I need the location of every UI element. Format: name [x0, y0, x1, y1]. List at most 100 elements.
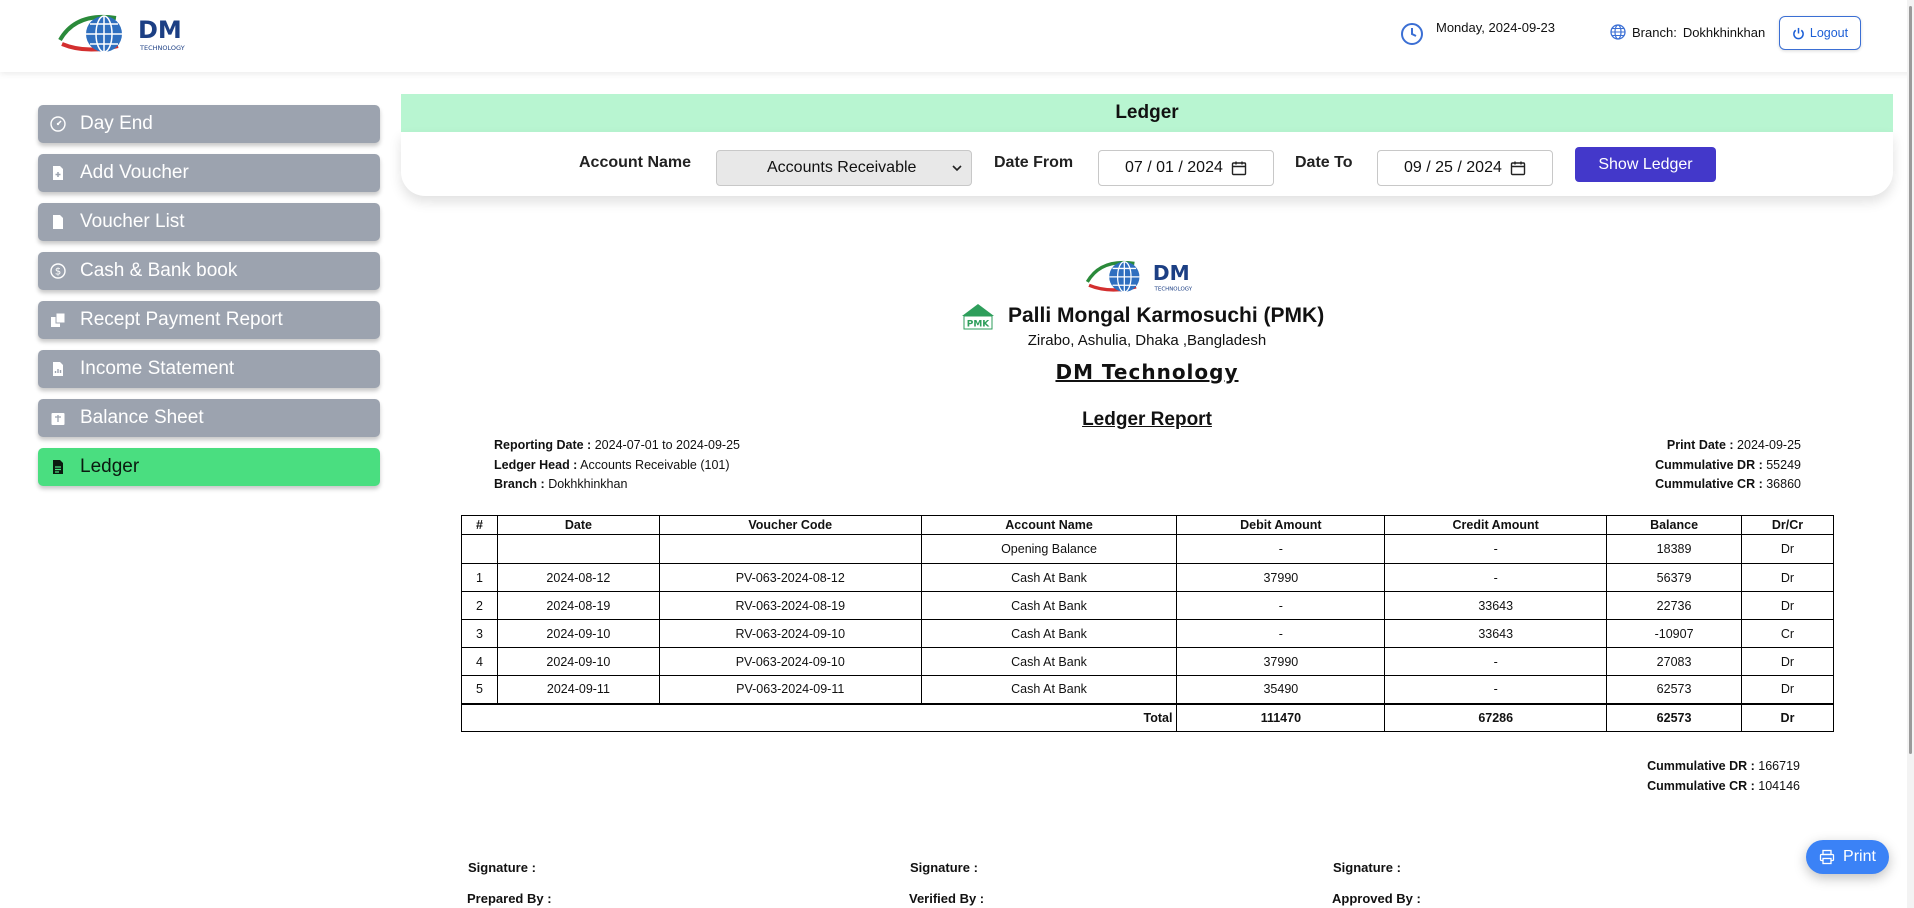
date-to-value: 09 / 25 / 2024 [1404, 159, 1502, 176]
sidebar-item-label: Cash & Bank book [80, 260, 238, 281]
report-title: Ledger Report [1082, 409, 1212, 430]
printer-icon [1819, 849, 1835, 865]
table-row: 4 2024-09-10 PV-063-2024-09-10 Cash At Bank… [461, 647, 1834, 676]
table-cell: Cash At Bank [920, 619, 1178, 648]
table-cell: 2024-09-10 [496, 647, 660, 676]
organization-name: Palli Mongal Karmosuchi (PMK) [1008, 304, 1325, 327]
table-cell: 3 [461, 619, 498, 648]
verified-by-label: Verified By : [909, 891, 985, 906]
cumulative-cr-label: Cummulative CR : [1655, 477, 1763, 491]
pmk-logo-icon: PMK [962, 304, 994, 330]
table-cell: Cash At Bank [920, 563, 1178, 592]
table-cell: - [1384, 647, 1608, 676]
file-icon [53, 215, 63, 229]
date-from-label: Date From [994, 154, 1074, 171]
bottom-cumulative-dr-label: Cummulative DR : [1647, 759, 1755, 773]
calendar-icon[interactable] [1510, 160, 1526, 176]
sidebar-item-cash-bank-book[interactable]: $ Cash & Bank book [38, 252, 380, 290]
sidebar-item-label: Ledger [80, 456, 140, 477]
sidebar-item-voucher-list[interactable]: Voucher List [38, 203, 380, 241]
table-cell: - [1176, 591, 1386, 620]
cumulative-dr-label: Cummulative DR : [1655, 457, 1763, 472]
table-cell: 2024-09-11 [496, 675, 660, 704]
cumulative-summary: Cummulative DR : 166719 Cummulative CR :… [1647, 756, 1800, 796]
print-date-label: Print Date : [1666, 438, 1734, 452]
table-cell: 22736 [1606, 591, 1743, 620]
sidebar-item-label: Recept Payment Report [80, 309, 283, 330]
print-label: Print [1843, 848, 1876, 865]
table-cell: 33643 [1384, 591, 1608, 620]
table-cell: 1 [461, 563, 498, 592]
table-cell: 33643 [1384, 619, 1608, 648]
table-cell: 2024-08-12 [496, 563, 660, 592]
table-cell: PV-063-2024-08-12 [658, 563, 922, 592]
ledger-table: # Date Voucher Code Account Name Debit A… [460, 515, 1834, 732]
table-cell [496, 534, 660, 564]
table-row: 2 2024-08-19 RV-063-2024-08-19 Cash At Bank… [461, 591, 1834, 620]
total-debit: 111470 [1176, 702, 1386, 732]
table-cell: 56379 [1606, 563, 1743, 592]
table-cell: - [1176, 619, 1386, 648]
current-date: Monday, 2024-09-23 [1400, 20, 1555, 46]
date-text: Monday, 2024-09-23 [1436, 20, 1556, 35]
svg-text:DM: DM [1153, 261, 1190, 285]
table-cell: 18389 [1606, 534, 1743, 564]
logout-button[interactable]: Logout [1779, 16, 1861, 50]
table-row: 3 2024-09-10 RV-063-2024-09-10 Cash At Bank… [461, 619, 1834, 648]
table-cell: Dr [1741, 563, 1834, 592]
table-header-row: # Date Voucher Code Account Name Debit A… [461, 515, 1834, 535]
reporting-date-label: Reporting Date : [494, 438, 592, 452]
print-button[interactable]: Print [1806, 840, 1889, 874]
account-name-select[interactable]: Accounts Receivable [716, 150, 972, 186]
date-from-input[interactable]: 07 / 01 / 2024 [1098, 150, 1274, 186]
bottom-cumulative-cr-value: 104146 [1758, 779, 1800, 793]
sidebar-item-ledger[interactable]: Ledger [38, 448, 380, 486]
calendar-icon[interactable] [1231, 160, 1247, 176]
sidebar-item-label: Day End [80, 113, 153, 134]
total-balance: 62573 [1606, 702, 1743, 732]
date-to-input[interactable]: 09 / 25 / 2024 [1377, 150, 1553, 186]
sidebar-item-day-end[interactable]: Day End [38, 105, 380, 143]
table-cell: Opening Balance [920, 534, 1178, 564]
column-header: # [461, 515, 498, 535]
total-drcr: Dr [1741, 702, 1834, 732]
show-ledger-button[interactable]: Show Ledger [1575, 147, 1716, 182]
organization-header: PMK Palli Mongal Karmosuchi (PMK) [960, 302, 1324, 330]
column-header: Dr/Cr [1741, 515, 1834, 535]
chevron-down-icon [952, 165, 962, 172]
reporting-date-value: 2024-07-01 to 2024-09-25 [594, 438, 740, 452]
sidebar-item-add-voucher[interactable]: Add Voucher [38, 154, 380, 192]
table-cell: Cash At Bank [920, 675, 1178, 704]
svg-text:$: $ [55, 267, 61, 278]
receipt-icon [51, 312, 66, 327]
table-cell: RV-063-2024-09-10 [658, 619, 922, 648]
table-cell: 35490 [1176, 675, 1386, 704]
page-title: Ledger [401, 94, 1893, 132]
globe-icon [1610, 24, 1626, 40]
opening-balance-row: Opening Balance - -18389 Dr [461, 534, 1834, 564]
branch-info: Branch: Dokhkhinkhan [1610, 24, 1765, 40]
organization-address: Zirabo, Ashulia, Dhaka ,Bangladesh [1027, 332, 1267, 349]
column-header: Credit Amount [1384, 515, 1608, 535]
table-cell: Dr [1741, 675, 1834, 704]
table-cell: - [1384, 675, 1608, 704]
scrollbar-thumb[interactable] [1909, 6, 1912, 754]
report-logo: DM TECHNOLOGY [1085, 260, 1193, 293]
table-cell [461, 534, 498, 564]
ledger-head-label: Ledger Head : [494, 457, 578, 472]
bottom-cumulative-cr-label: Cummulative CR : [1647, 779, 1755, 793]
table-cell: - [1384, 563, 1608, 592]
table-cell: 4 [461, 647, 498, 676]
logout-label: Logout [1809, 26, 1849, 40]
ledger-head-value: Accounts Receivable (101) [580, 457, 730, 472]
column-header: Debit Amount [1176, 515, 1386, 535]
date-to-label: Date To [1295, 154, 1353, 171]
sidebar-item-label: Voucher List [80, 211, 185, 232]
sidebar: Day End Add Voucher Voucher List $ Cash … [38, 105, 380, 497]
svg-text:DM: DM [138, 16, 182, 44]
table-cell: 2024-08-19 [496, 591, 660, 620]
file-plus-icon [53, 166, 63, 180]
report-meta-right: Print Date : 2024-09-25 Cummulative DR :… [1655, 436, 1801, 495]
branch-label: Branch : [494, 477, 545, 491]
dm-technology-logo[interactable]: DM TECHNOLOGY [56, 10, 206, 56]
